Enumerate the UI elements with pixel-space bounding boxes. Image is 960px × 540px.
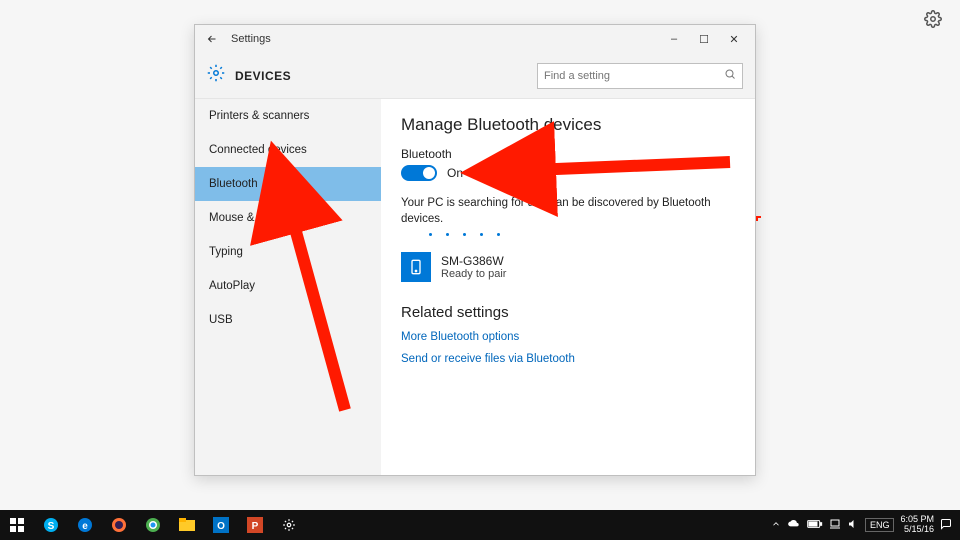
taskbar-outlook-icon[interactable]: O <box>204 510 238 540</box>
related-settings: Related settings More Bluetooth options … <box>401 304 735 365</box>
titlebar: Settings – ☐ ✕ <box>195 25 755 53</box>
link-more-bluetooth-options[interactable]: More Bluetooth options <box>401 331 735 343</box>
taskbar-chrome-icon[interactable] <box>136 510 170 540</box>
sidebar: Printers & scanners Connected devices Bl… <box>195 99 381 475</box>
settings-window: Settings – ☐ ✕ DEVICES Printers & scanne… <box>194 24 756 476</box>
svg-text:S: S <box>48 521 55 532</box>
link-send-receive-files[interactable]: Send or receive files via Bluetooth <box>401 353 735 365</box>
minimize-button[interactable]: – <box>659 28 689 50</box>
taskbar-powerpoint-icon[interactable]: P <box>238 510 272 540</box>
taskbar-file-explorer-icon[interactable] <box>170 510 204 540</box>
sidebar-item-autoplay[interactable]: AutoPlay <box>195 269 381 303</box>
sidebar-item-label: Bluetooth <box>209 178 258 190</box>
sidebar-item-label: Typing <box>209 246 243 258</box>
start-button[interactable] <box>0 510 34 540</box>
sidebar-item-label: USB <box>209 314 233 326</box>
tray-chevron-up-icon[interactable] <box>771 519 781 532</box>
taskbar-skype-icon[interactable]: S <box>34 510 68 540</box>
svg-text:P: P <box>252 521 259 532</box>
svg-text:e: e <box>82 521 88 532</box>
taskbar: S e O P ENG 6:05 PM 5/15/16 <box>0 510 960 540</box>
toggle-state: On <box>447 166 463 180</box>
back-button[interactable] <box>201 28 223 50</box>
device-status: Ready to pair <box>441 268 506 280</box>
sidebar-item-label: AutoPlay <box>209 280 255 292</box>
svg-text:O: O <box>217 521 225 532</box>
toggle-label: Bluetooth <box>401 147 735 161</box>
window-title: Settings <box>231 33 271 45</box>
sidebar-item-mouse[interactable]: Mouse & touchpad <box>195 201 381 235</box>
close-button[interactable]: ✕ <box>719 28 749 50</box>
related-heading: Related settings <box>401 304 735 321</box>
close-icon: ✕ <box>729 33 738 46</box>
device-row[interactable]: SM-G386W Ready to pair <box>401 252 735 282</box>
maximize-button[interactable]: ☐ <box>689 28 719 50</box>
tray-onedrive-icon[interactable] <box>787 519 801 532</box>
tray-clock[interactable]: 6:05 PM 5/15/16 <box>900 515 934 535</box>
sidebar-item-label: Mouse & touchpad <box>209 212 305 224</box>
toggle-knob <box>423 167 435 179</box>
tray-network-icon[interactable] <box>829 518 841 533</box>
sidebar-item-printers[interactable]: Printers & scanners <box>195 99 381 133</box>
tray-notifications-icon[interactable] <box>940 518 952 533</box>
tray-language[interactable]: ENG <box>865 518 895 532</box>
tray-volume-icon[interactable] <box>847 518 859 533</box>
phone-icon <box>401 252 431 282</box>
search-input[interactable] <box>544 70 724 82</box>
taskbar-settings-icon[interactable] <box>272 510 306 540</box>
sidebar-item-typing[interactable]: Typing <box>195 235 381 269</box>
minimize-icon: – <box>671 33 677 45</box>
search-box[interactable] <box>537 63 743 89</box>
sidebar-item-connected-devices[interactable]: Connected devices <box>195 133 381 167</box>
header-title: DEVICES <box>235 69 291 83</box>
gear-icon <box>207 64 225 87</box>
taskbar-edge-icon[interactable]: e <box>68 510 102 540</box>
bluetooth-toggle[interactable] <box>401 165 437 181</box>
sidebar-item-bluetooth[interactable]: Bluetooth <box>195 167 381 201</box>
header: DEVICES <box>195 53 755 99</box>
content-pane: Manage Bluetooth devices Bluetooth On Yo… <box>381 99 755 475</box>
maximize-icon: ☐ <box>699 33 709 46</box>
sidebar-item-usb[interactable]: USB <box>195 303 381 337</box>
sidebar-item-label: Printers & scanners <box>209 110 309 122</box>
page-heading: Manage Bluetooth devices <box>401 115 735 135</box>
page-settings-gear-icon[interactable] <box>924 10 942 28</box>
tray-battery-icon[interactable] <box>807 519 823 532</box>
device-name: SM-G386W <box>441 254 506 268</box>
tray-date: 5/15/16 <box>900 525 934 535</box>
status-text: Your PC is searching for and can be disc… <box>401 195 735 227</box>
sidebar-item-label: Connected devices <box>209 144 307 156</box>
system-tray: ENG 6:05 PM 5/15/16 <box>771 515 960 535</box>
cursor-marker <box>756 216 762 222</box>
search-icon <box>724 67 736 85</box>
searching-indicator <box>429 233 735 236</box>
taskbar-firefox-icon[interactable] <box>102 510 136 540</box>
